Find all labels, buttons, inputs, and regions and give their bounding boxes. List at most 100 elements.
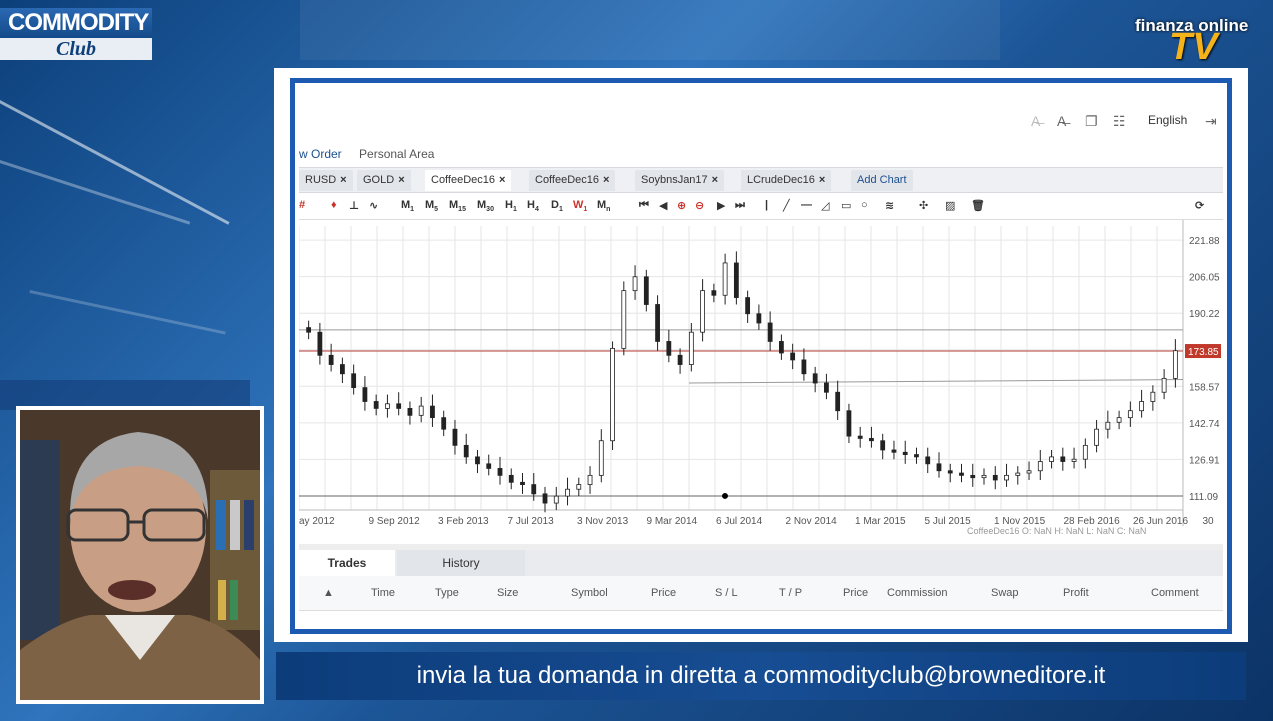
tab-history[interactable]: History [397,550,525,576]
column-swap[interactable]: Swap [991,587,1019,599]
column-comment[interactable]: Comment [1151,587,1199,599]
font-large-icon[interactable]: A̶ [1057,113,1066,129]
cursor-dot [722,492,728,499]
hline-icon[interactable]: — [801,199,812,211]
column-sort[interactable]: ▲ [323,587,334,599]
tab-label: CoffeeDec16 [431,174,496,186]
close-icon[interactable]: × [499,174,505,186]
timeframe-d1[interactable]: D1 [551,199,563,213]
trendline-icon[interactable]: ╱ [783,199,790,212]
column-symbol[interactable]: Symbol [571,587,608,599]
timeframe-m5[interactable]: M5 [425,199,438,213]
question-banner: invia la tua domanda in diretta a commod… [276,652,1246,700]
candle-body [1161,377,1167,393]
column-type[interactable]: Type [435,587,459,599]
prev-icon[interactable]: ◀ [659,199,667,212]
logout-icon[interactable]: ⇥ [1205,113,1217,130]
cursor-icon[interactable]: | [765,199,768,211]
price-chart[interactable]: 221.88206.05190.22174.39158.57142.74126.… [299,220,1223,540]
channel-logo: finanza online TV [1135,14,1265,68]
rectangle-icon[interactable]: ▭ [841,199,851,212]
trades-table-header: ▲ Time Type Size Symbol Price S / L T / … [299,576,1223,611]
column-size[interactable]: Size [497,587,518,599]
language-selector[interactable]: English [1148,113,1187,127]
first-icon[interactable]: ⏮ [639,199,649,212]
app-window: A̶ A̶ ❐ ☷ English ⇥ w Order Personal Are… [290,78,1232,634]
bg-streak [0,100,230,225]
candle-body [407,408,413,416]
line-chart-icon[interactable]: ∿ [369,199,378,212]
candles-icon[interactable]: ♦ [331,199,337,211]
bg-panel [300,0,1000,60]
candle-body [1094,428,1099,446]
timeframe-m15[interactable]: M15 [449,199,466,213]
x-tick-label: 2 Nov 2014 [786,516,838,527]
current-price-label: 173.85 [1188,347,1219,358]
tab-coffeedec16-active[interactable]: CoffeeDec16 × [425,170,512,191]
timeframe-w1[interactable]: W1 [573,199,587,213]
menu-personal-area[interactable]: Personal Area [359,147,434,161]
grid-icon[interactable]: # [299,199,305,211]
timeframe-m1[interactable]: M1 [401,199,414,213]
add-chart-button[interactable]: Add Chart [851,170,913,191]
y-tick-label: 221.88 [1189,236,1220,247]
channel-logo-tv: TV [1169,26,1218,68]
x-tick-label: 9 Sep 2012 [369,516,421,527]
candle-body [970,474,976,479]
tab-gold[interactable]: GOLD × [357,170,411,191]
timeframe-h4[interactable]: H4 [527,199,539,213]
candle-body [587,474,593,486]
zoom-in-icon[interactable]: ⊕ [677,199,686,212]
close-icon[interactable]: × [398,174,404,186]
candle-body [936,463,942,472]
x-tick-label: 9 Mar 2014 [647,516,698,527]
timeframe-m30[interactable]: M30 [477,199,494,213]
close-icon[interactable]: × [712,174,718,186]
chat-icon[interactable]: ☷ [1113,113,1126,130]
timeframe-mn[interactable]: Mn [597,199,610,213]
candle-body [475,456,480,465]
last-icon[interactable]: ⏭ [735,199,745,212]
trash-icon[interactable]: 🗑 [971,199,985,212]
close-icon[interactable]: × [603,174,609,186]
next-icon[interactable]: ▶ [717,199,725,212]
tab-rusd[interactable]: RUSD × [299,170,353,191]
candle-body [497,468,503,476]
x-tick-label: 6 Jul 2014 [716,516,763,527]
close-icon[interactable]: × [340,174,346,186]
candle-body [981,474,987,479]
tab-trades[interactable]: Trades [299,550,395,576]
candle-body [542,493,548,504]
candle-body [846,410,852,437]
candle-body [869,438,874,442]
tab-coffeedec16[interactable]: CoffeeDec16 × [529,170,616,191]
column-tp[interactable]: T / P [779,587,802,599]
refresh-icon[interactable]: ⟳ [1195,199,1204,212]
bars-icon[interactable]: ⊥ [349,199,359,212]
chart-tabs: RUSD × GOLD × CoffeeDec16 × CoffeeDec16 × So… [299,167,1223,193]
indicators-icon[interactable]: ✣ [919,199,928,212]
tab-soybnsjan17[interactable]: SoybnsJan17 × [635,170,725,191]
font-small-icon[interactable]: A̶ [1031,113,1040,129]
timeframe-h1[interactable]: H1 [505,199,517,213]
ellipse-icon[interactable]: ○ [861,199,868,211]
column-sl[interactable]: S / L [715,587,738,599]
column-profit[interactable]: Profit [1063,587,1089,599]
zoom-out-icon[interactable]: ⊖ [695,199,704,212]
candle-body [1105,421,1111,430]
fibonacci-icon[interactable]: ≋ [885,199,894,212]
candle-body [463,444,469,458]
candle-body [610,347,615,442]
candle-body [947,470,953,474]
menu-new-order[interactable]: w Order [299,147,342,161]
tab-lcrudedec16[interactable]: LCrudeDec16 × [741,170,832,191]
windows-icon[interactable]: ❐ [1085,113,1098,130]
column-time[interactable]: Time [371,587,395,599]
close-icon[interactable]: × [819,174,825,186]
column-price[interactable]: Price [651,587,676,599]
column-commission[interactable]: Commission [887,587,948,599]
triangle-icon[interactable]: ◿ [821,199,829,212]
column-price-current[interactable]: Price [843,587,868,599]
x-tick-label: 5 Jul 2015 [925,516,972,527]
template-icon[interactable]: ▨ [945,199,955,212]
